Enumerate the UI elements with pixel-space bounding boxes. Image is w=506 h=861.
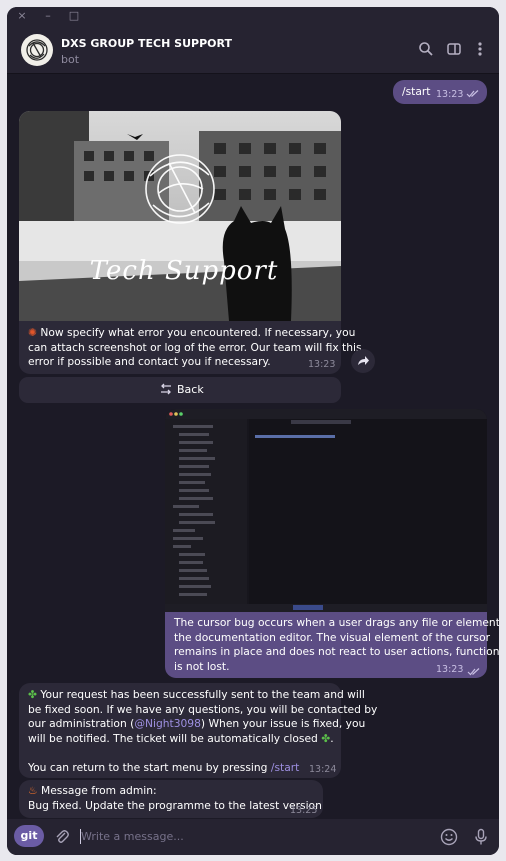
message-input[interactable]: Write a message...	[81, 830, 184, 843]
search-icon[interactable]	[417, 40, 435, 58]
incoming-message-confirmation[interactable]: ✤ Your request has been successfully sen…	[19, 683, 377, 778]
chat-subtitle: bot	[61, 53, 80, 66]
outgoing-message-start[interactable]: /start 13:23	[393, 80, 487, 104]
more-menu-icon[interactable]	[471, 40, 489, 58]
message-time: 13:25	[290, 805, 318, 816]
back-inline-button[interactable]: Back	[19, 377, 341, 403]
maple-leaf-emoji-icon: ✺	[28, 326, 41, 339]
maximize-window-button[interactable]: □	[67, 9, 81, 23]
admin-mention-link[interactable]: @Night3098	[134, 717, 201, 730]
message-time: 13:23	[436, 89, 464, 100]
tech-support-banner-image[interactable]: Tech Support	[19, 111, 341, 321]
git-bot-menu-button[interactable]: git	[14, 825, 44, 847]
message-time: 13:24	[309, 764, 337, 775]
forward-arrow-icon	[358, 356, 369, 365]
telegram-window: × – □ DXS GROUP TECH SUPPORT bot /start …	[7, 7, 499, 855]
incoming-message-welcome[interactable]: ✺ Now specify what error you encountered…	[19, 321, 362, 374]
attach-paperclip-icon[interactable]	[53, 828, 71, 850]
double-check-icon	[467, 666, 481, 681]
minimize-window-button[interactable]: –	[41, 9, 55, 23]
emoji-icon[interactable]	[439, 827, 459, 851]
microphone-icon[interactable]	[471, 827, 491, 851]
message-text: ♨ Message from admin: Bug fixed. Update …	[28, 784, 322, 812]
message-text: /start	[402, 85, 431, 98]
incoming-message-admin[interactable]: ♨ Message from admin: Bug fixed. Update …	[19, 780, 323, 818]
back-arrows-icon	[159, 383, 173, 398]
message-time: 13:23	[308, 359, 336, 370]
chat-title: DXS GROUP TECH SUPPORT	[61, 37, 232, 50]
title-bar: × – □	[7, 7, 499, 25]
message-list[interactable]: /start 13:23 Tech Support ✺ Now specify …	[7, 74, 499, 819]
double-check-icon	[466, 88, 480, 103]
clover-emoji-icon: ✤	[317, 731, 331, 745]
close-window-button[interactable]: ×	[15, 9, 29, 23]
message-time: 13:23	[436, 664, 464, 675]
outgoing-message-bug-report[interactable]: The cursor bug occurs when a user drags …	[165, 612, 499, 681]
banner-caption: Tech Support	[89, 256, 279, 286]
message-composer: git Write a message...	[7, 819, 499, 855]
bot-avatar[interactable]	[21, 34, 53, 66]
attached-screenshot-image[interactable]	[165, 409, 487, 612]
logo-swirl-icon	[26, 39, 48, 61]
clover-emoji-icon: ✤	[28, 688, 41, 701]
back-button-label: Back	[177, 383, 204, 396]
sidebar-toggle-icon[interactable]	[445, 40, 463, 58]
chat-header[interactable]: DXS GROUP TECH SUPPORT bot	[7, 25, 499, 74]
start-command-link[interactable]: /start	[271, 761, 300, 774]
forward-button[interactable]	[351, 349, 375, 373]
fire-emoji-icon: ♨	[28, 784, 41, 797]
